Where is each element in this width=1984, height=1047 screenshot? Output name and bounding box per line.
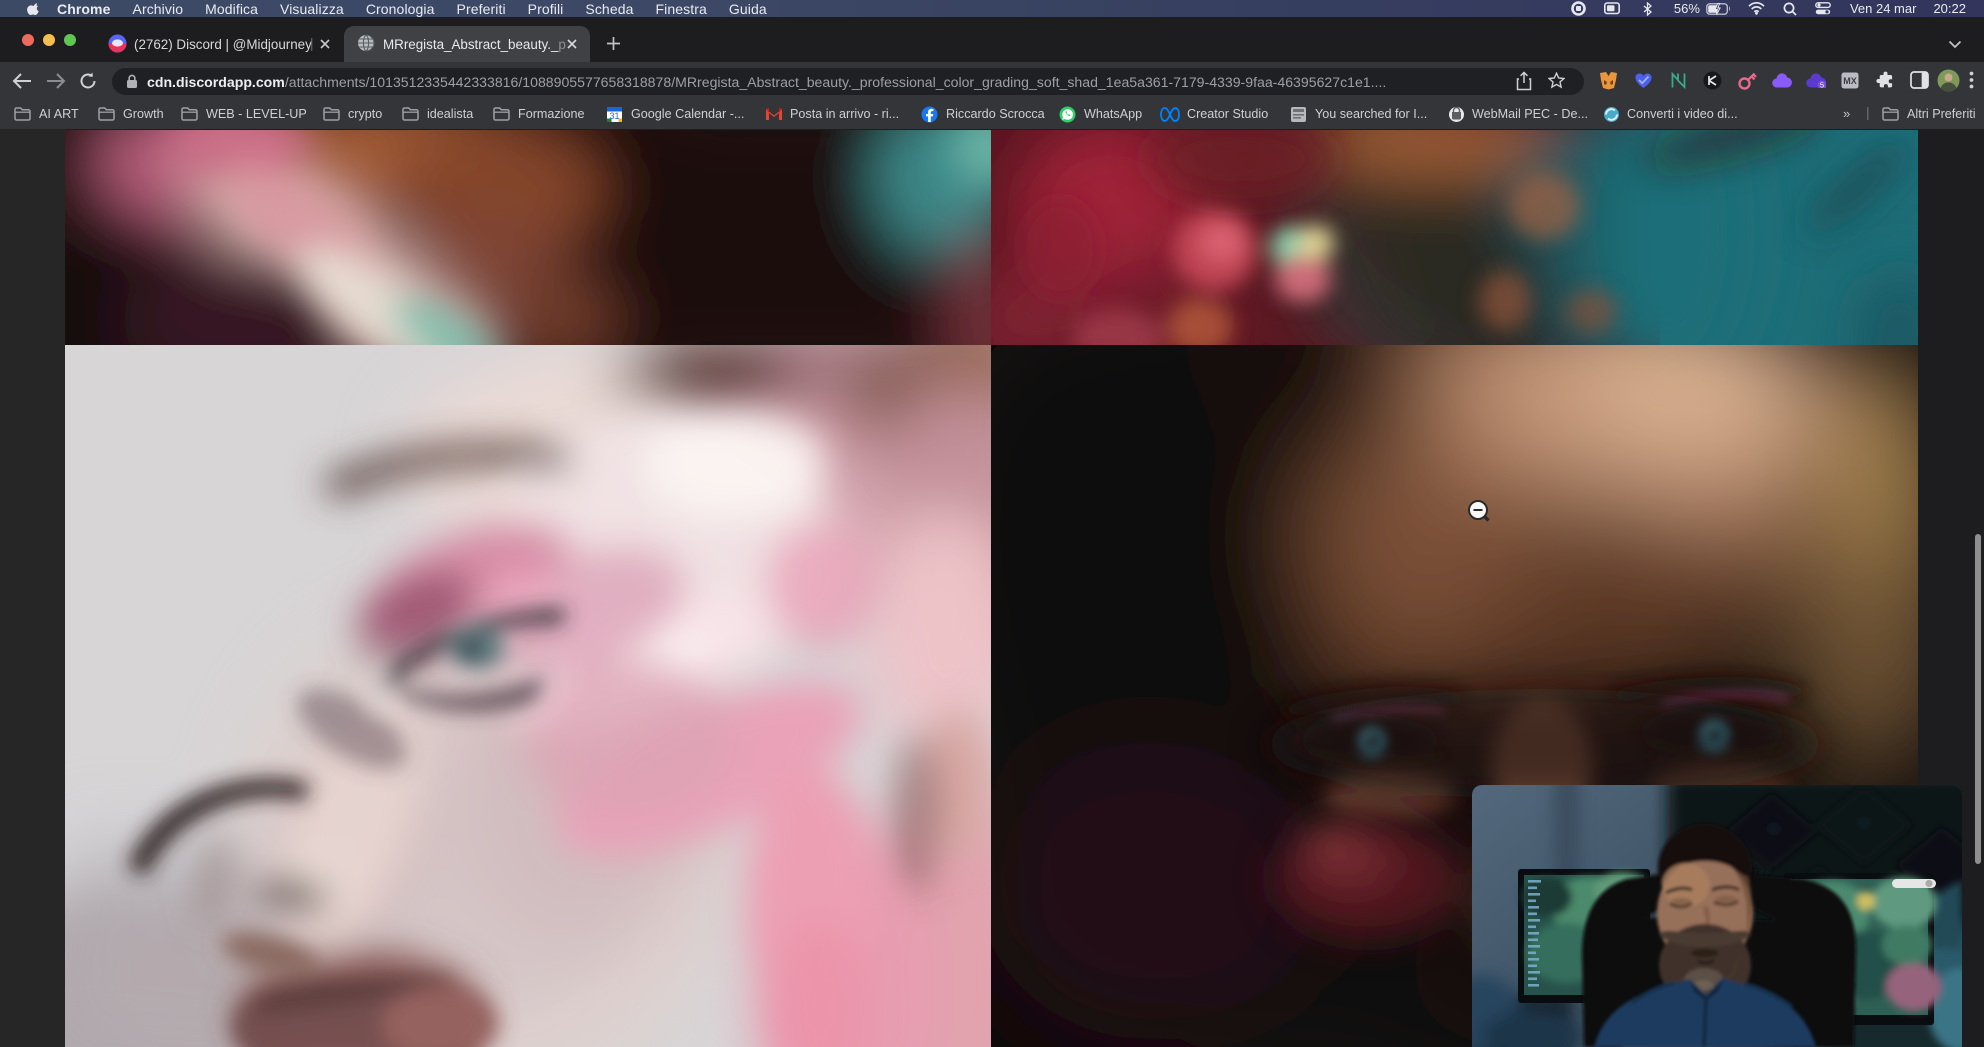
svg-text:5: 5 bbox=[1820, 81, 1824, 88]
svg-text:31: 31 bbox=[609, 111, 619, 121]
svg-text:MX: MX bbox=[1843, 76, 1857, 86]
